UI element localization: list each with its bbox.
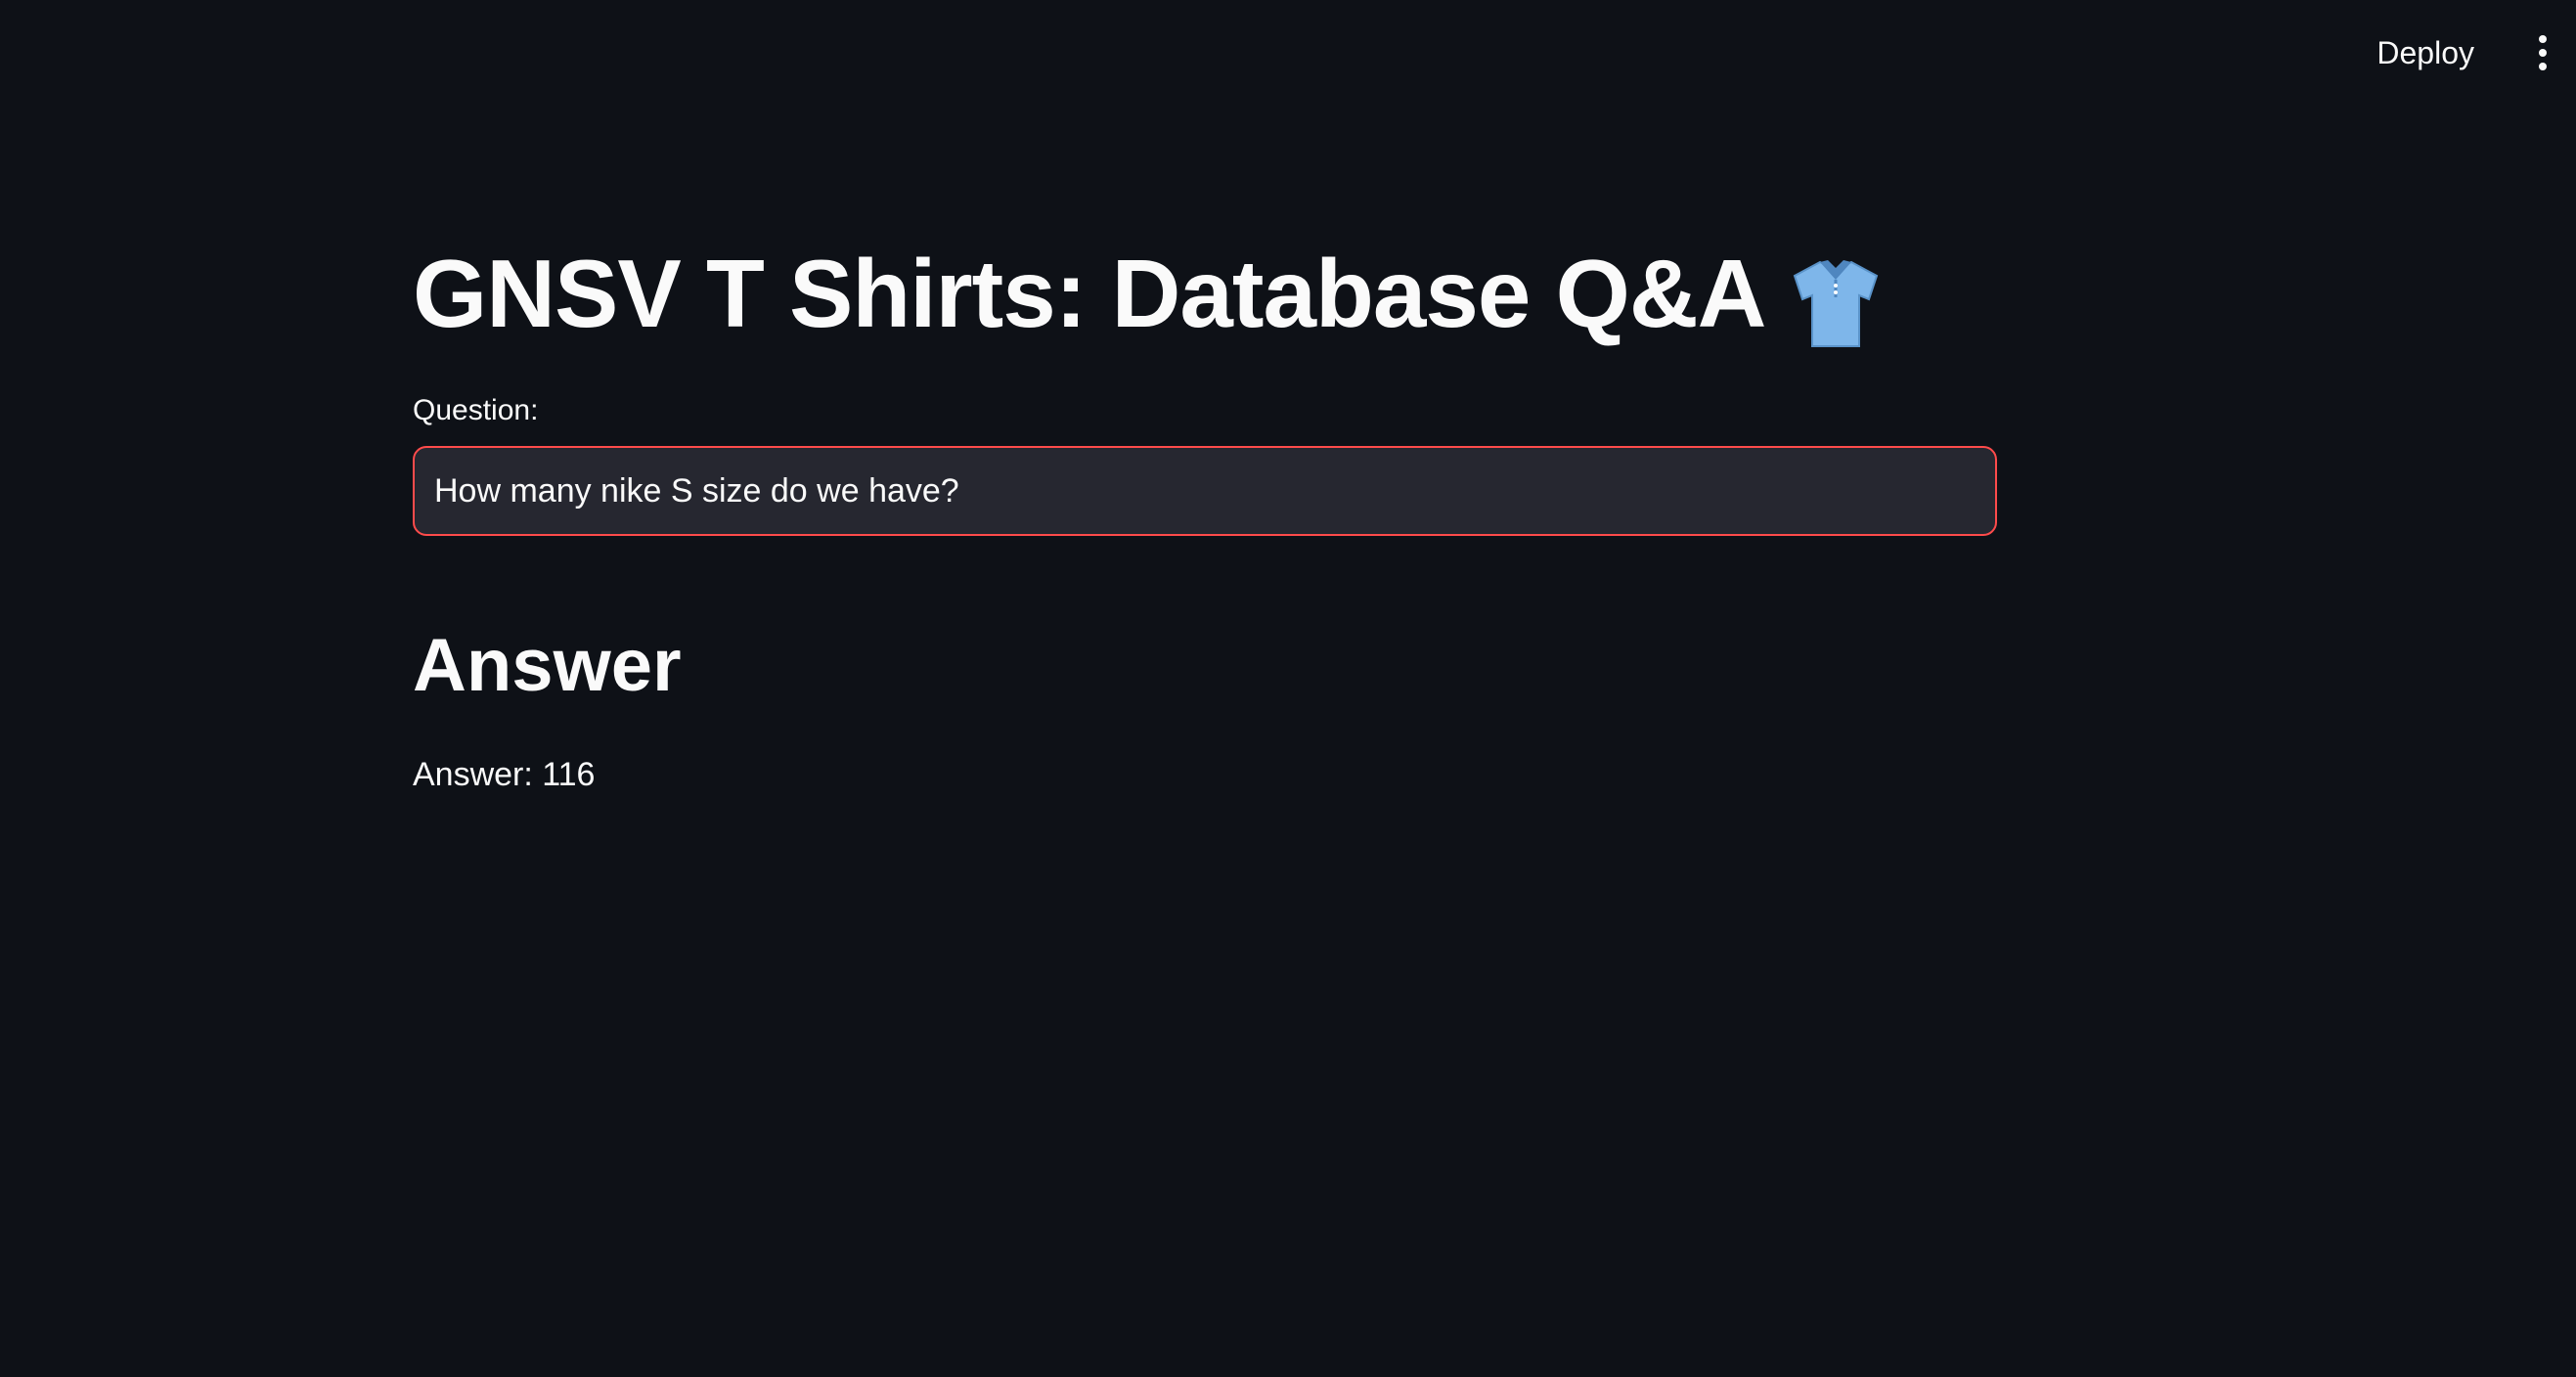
- vertical-dots-icon: [2539, 35, 2547, 43]
- question-label: Question:: [413, 394, 539, 426]
- answer-heading: Answer: [413, 624, 682, 707]
- main-content: GNSV T Shirts: Database Q&A Question: An…: [413, 217, 1997, 796]
- top-toolbar: Deploy: [2363, 0, 2576, 106]
- page-title-text: GNSV T Shirts: Database Q&A: [413, 240, 1766, 347]
- main-menu-button[interactable]: [2527, 29, 2558, 76]
- answer-text: Answer: 116: [413, 756, 596, 793]
- shirt-icon: [1787, 243, 1885, 347]
- vertical-dots-icon: [2539, 49, 2547, 57]
- vertical-dots-icon: [2539, 63, 2547, 70]
- question-input[interactable]: [413, 446, 1997, 536]
- deploy-button[interactable]: Deploy: [2363, 25, 2488, 81]
- app-root: Deploy GNSV T Shirts: Database Q&A Quest…: [0, 0, 2576, 1377]
- page-title: GNSV T Shirts: Database Q&A: [413, 217, 1997, 370]
